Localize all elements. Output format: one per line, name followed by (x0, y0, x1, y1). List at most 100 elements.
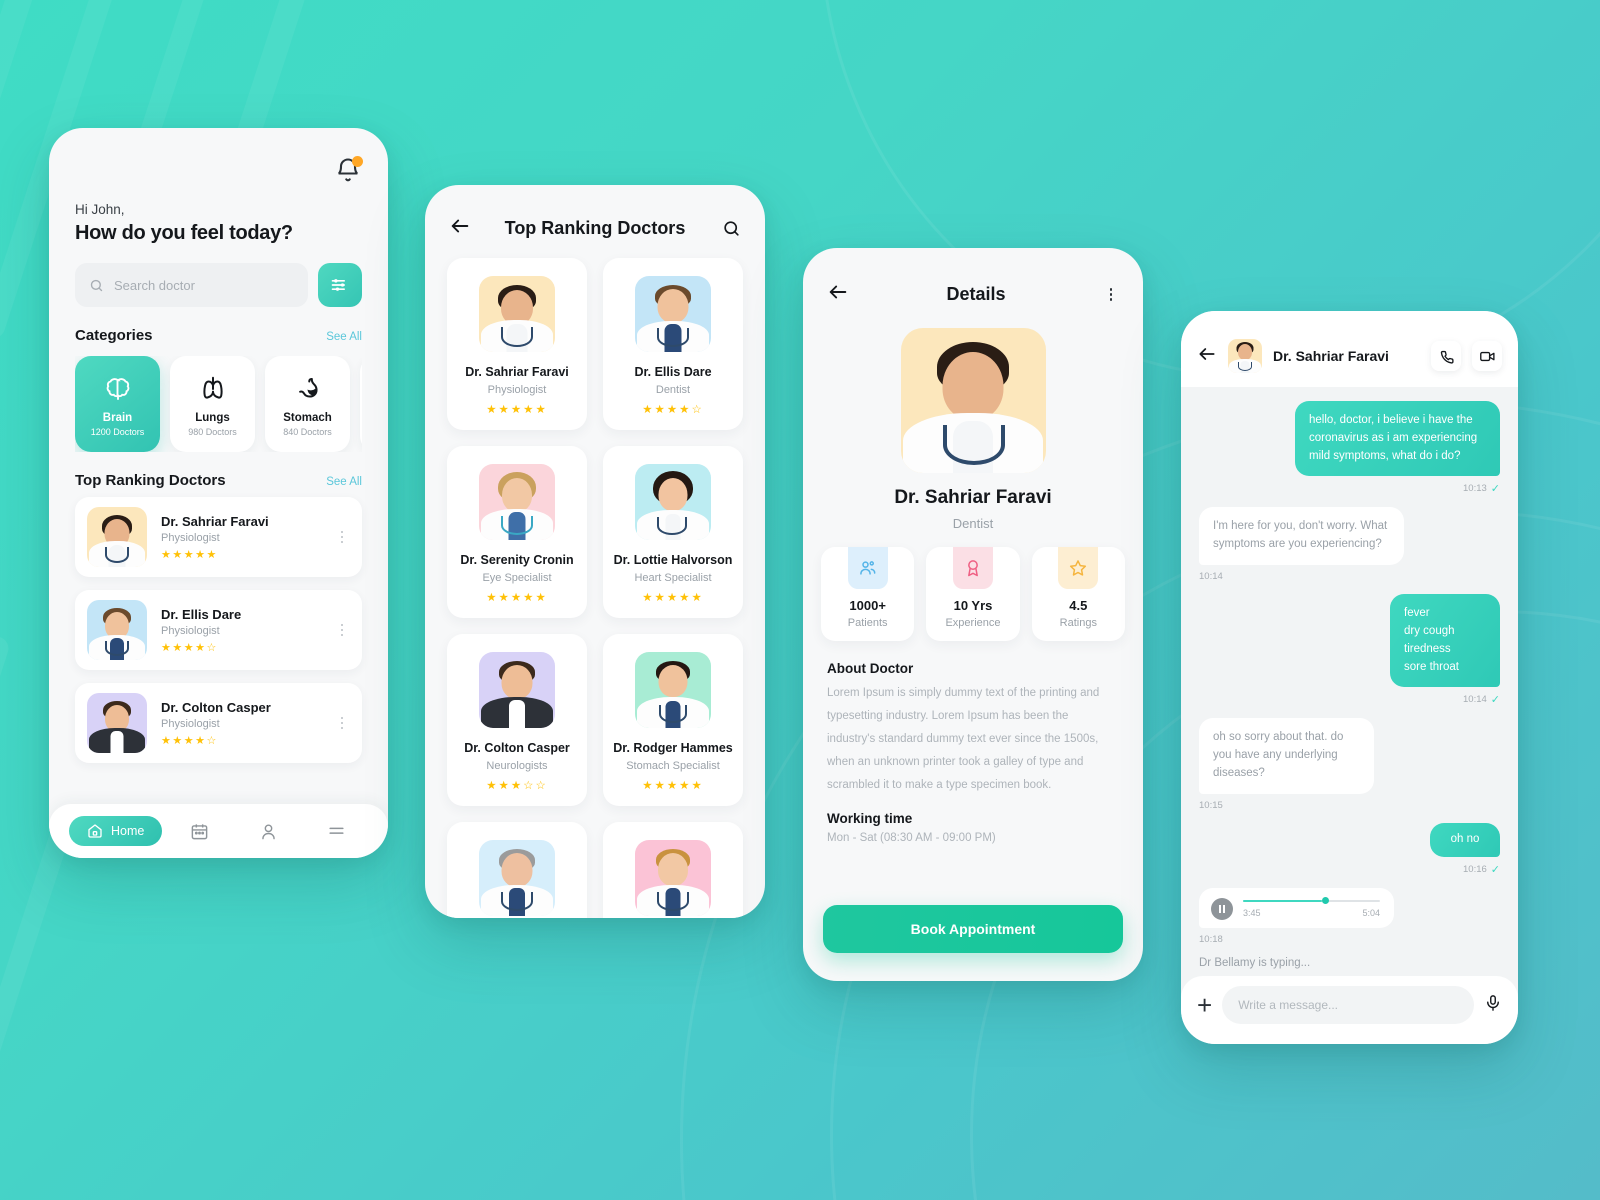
chat-messages: hello, doctor, i believe i have the coro… (1181, 387, 1518, 969)
message-timestamp: 10:15 (1199, 799, 1223, 811)
nav-item-calendar[interactable] (168, 822, 231, 841)
category-label: Brain (102, 411, 133, 424)
rating-stars: ★★★★★ (642, 780, 704, 792)
nav-item-home[interactable]: Home (69, 816, 163, 846)
doctor-specialty: Physiologist (161, 624, 220, 637)
greeting-small: Hi John, (75, 202, 125, 217)
back-button[interactable] (827, 281, 849, 308)
category-stomach[interactable]: Stomach 840 Doctors (265, 356, 350, 452)
message-field[interactable] (1222, 986, 1474, 1024)
top-doctors-see-all[interactable]: See All (326, 476, 362, 488)
avatar (635, 464, 711, 540)
message-timestamp: 10:13 ✓ (1463, 483, 1500, 496)
phone-details-screen: Details Dr. Sahriar Faravi Dentist 1000+… (803, 248, 1143, 981)
list-item[interactable]: Dr. Sahriar Faravi Physiologist ★★★★★ (75, 497, 362, 577)
avatar (87, 600, 147, 660)
doctor-specialty: Heart Specialist (634, 572, 712, 584)
stat-value: 4.5 (1069, 598, 1088, 613)
doctor-card[interactable]: Dr. Ellis Dare Dentist ★★★★☆ (603, 258, 743, 430)
read-tick-icon: ✓ (1490, 483, 1500, 496)
stat-value: 1000+ (849, 598, 886, 613)
about-text: Lorem Ipsum is simply dummy text of the … (827, 687, 1100, 791)
doctor-card[interactable] (603, 822, 743, 918)
row-menu-icon[interactable] (334, 530, 350, 544)
message-timestamp: 10:14 (1199, 571, 1223, 583)
avatar (635, 276, 711, 352)
search-field[interactable] (75, 263, 308, 307)
stat-label: Patients (847, 617, 888, 629)
audio-current-time: 3:45 (1243, 908, 1261, 919)
video-call-button[interactable] (1472, 341, 1502, 371)
rating-stars: ★★★★★ (486, 404, 548, 416)
book-appointment-button[interactable]: Book Appointment (823, 905, 1123, 953)
doctor-specialty: Neurologists (486, 760, 548, 772)
top-doctors-title: Top Ranking Doctors (75, 472, 226, 489)
message-group: fever dry cough tiredness sore throat 10… (1199, 594, 1500, 706)
chat-contact-name: Dr. Sahriar Faravi (1273, 348, 1389, 364)
category-lungs[interactable]: Lungs 980 Doctors (170, 356, 255, 452)
categories-title: Categories (75, 327, 153, 344)
row-menu-icon[interactable] (334, 623, 350, 637)
rating-stars: ★★★★★ (486, 592, 548, 604)
doctor-name: Dr. Serenity Cronin (460, 553, 574, 567)
audio-progress-knob[interactable] (1322, 897, 1330, 905)
menu-icon (329, 827, 344, 834)
message-input[interactable] (1238, 998, 1458, 1012)
about-title: About Doctor (827, 661, 914, 676)
filter-button[interactable] (318, 263, 362, 307)
doctor-card[interactable] (447, 822, 587, 918)
search-button[interactable] (715, 219, 741, 238)
doctor-name: Dr. Sahriar Faravi (161, 513, 269, 529)
doctor-specialty: Dentist (952, 516, 994, 531)
stat-value: 10 Yrs (953, 598, 993, 613)
nav-item-menu[interactable] (305, 822, 368, 841)
pause-icon[interactable] (1211, 897, 1233, 920)
avatar (87, 693, 147, 753)
category-bone[interactable]: Bo 450 (360, 356, 362, 452)
doctor-card[interactable]: Dr. Sahriar Faravi Physiologist ★★★★★ (447, 258, 587, 430)
search-icon (724, 221, 739, 236)
doctor-specialty: Eye Specialist (482, 572, 552, 584)
read-tick-icon: ✓ (1490, 863, 1500, 876)
plus-icon[interactable]: + (1197, 992, 1212, 1018)
doctor-name: Dr. Ellis Dare (161, 606, 242, 622)
notification-badge (352, 156, 363, 167)
stat-cards: 1000+ Patients 10 Yrs Experience 4.5 Rat… (803, 547, 1143, 641)
doctor-card[interactable]: Dr. Rodger Hammes Stomach Specialist ★★★… (603, 634, 743, 806)
message-group: I'm here for you, don't worry. What symp… (1199, 507, 1500, 582)
rating-stars: ★★★★★ (161, 548, 218, 561)
audio-progress-bar[interactable] (1243, 897, 1380, 905)
call-button[interactable] (1431, 341, 1461, 371)
category-count: 840 Doctors (283, 426, 332, 437)
category-count: 1200 Doctors (90, 426, 145, 437)
mic-button[interactable] (1484, 994, 1502, 1017)
more-vertical-icon[interactable] (1103, 288, 1119, 301)
avatar (479, 840, 555, 916)
voice-message[interactable]: 3:45 5:04 (1199, 887, 1394, 928)
row-menu-icon[interactable] (334, 716, 350, 730)
doctor-card[interactable]: Dr. Serenity Cronin Eye Specialist ★★★★★ (447, 446, 587, 618)
message-group: oh so sorry about that. do you have any … (1199, 718, 1500, 811)
doctor-specialty: Physiologist (161, 717, 220, 730)
list-item[interactable]: Dr. Ellis Dare Physiologist ★★★★☆ (75, 590, 362, 670)
doctor-card[interactable]: Dr. Colton Casper Neurologists ★★★☆☆ (447, 634, 587, 806)
search-icon (90, 279, 103, 291)
category-brain[interactable]: Brain 1200 Doctors (75, 356, 160, 452)
list-item[interactable]: Dr. Colton Casper Physiologist ★★★★☆ (75, 683, 362, 763)
doctor-card[interactable]: Dr. Lottie Halvorson Heart Specialist ★★… (603, 446, 743, 618)
doctor-grid: Dr. Sahriar Faravi Physiologist ★★★★★ Dr… (425, 254, 765, 918)
message-group: oh no 10:16 ✓ (1199, 822, 1500, 876)
search-input[interactable] (114, 277, 294, 293)
avatar (635, 652, 711, 728)
nav-item-profile[interactable] (237, 822, 300, 841)
doctor-name: Dr. Ellis Dare (634, 365, 712, 379)
back-button[interactable] (449, 215, 475, 242)
stat-card-experience: 10 Yrs Experience (926, 547, 1020, 641)
categories-see-all[interactable]: See All (326, 331, 362, 343)
star-icon (1058, 547, 1099, 589)
message-group: hello, doctor, i believe i have the coro… (1199, 401, 1500, 495)
phone-chat-screen: Dr. Sahriar Faravi hello, doctor, i beli… (1181, 311, 1518, 1044)
back-button[interactable] (1197, 344, 1217, 369)
notification-bell-icon[interactable] (334, 156, 363, 184)
message-timestamp: 10:16 ✓ (1463, 863, 1500, 876)
